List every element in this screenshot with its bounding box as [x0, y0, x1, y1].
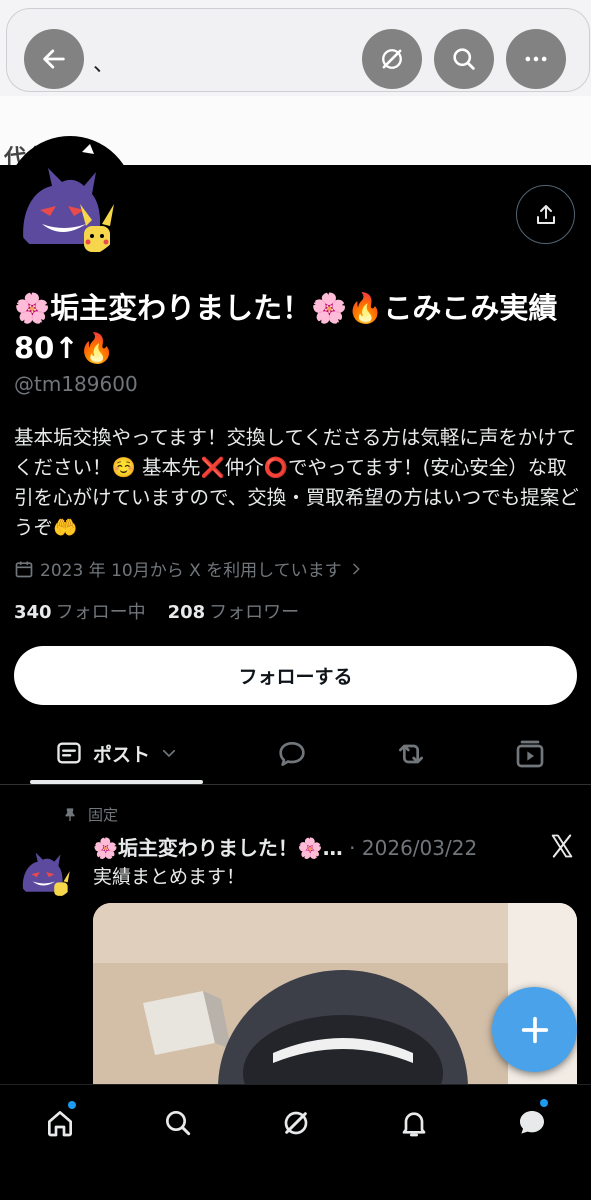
post-author-name: 🌸垢主変わりました！🌸…: [93, 836, 343, 860]
tabs-divider: [0, 784, 591, 785]
join-date: 2023 年 10月から X を利用しています: [40, 561, 342, 581]
chevron-down-icon: [162, 749, 176, 758]
plus-icon: [521, 1016, 548, 1043]
post-text: 実績まとめます！: [93, 866, 246, 888]
nav-home[interactable]: [40, 1103, 80, 1143]
display-name: 🌸垢主変わりました！🌸🔥こみこみ実績80↑🔥: [14, 291, 558, 365]
grok-button[interactable]: [362, 29, 422, 89]
avatar-image: [10, 140, 130, 260]
media-icon: [516, 740, 544, 768]
pin-icon: [65, 807, 75, 821]
share-button[interactable]: [516, 185, 575, 244]
reply-icon: [279, 742, 305, 766]
tab-replies[interactable]: [272, 734, 312, 774]
nav-notifications[interactable]: [394, 1103, 434, 1143]
grok-icon: [382, 49, 402, 69]
nav-search[interactable]: [158, 1103, 198, 1143]
nav-grok[interactable]: [276, 1103, 316, 1143]
nav-messages[interactable]: [512, 1103, 552, 1143]
search-button[interactable]: [434, 29, 494, 89]
home-icon: [48, 1111, 72, 1137]
profile-tabs: ポスト: [0, 722, 591, 784]
following-label: フォロー中: [55, 602, 146, 623]
user-handle: @tm189600: [14, 372, 138, 396]
share-icon: [536, 204, 555, 224]
join-date-row[interactable]: 2023 年 10月から X を利用しています: [14, 556, 364, 581]
calendar-icon: [15, 561, 33, 577]
banner-text: 、: [93, 52, 116, 77]
back-button[interactable]: [24, 29, 84, 89]
tab-posts-label: ポスト: [92, 743, 150, 766]
grok-icon: [284, 1111, 308, 1135]
profile-bio: 基本垢交換やってます！交換してくださる方は気軽に声をかけてください！☺️ 基本先…: [14, 426, 579, 539]
followers-label: フォロワー: [209, 602, 300, 623]
tab-media[interactable]: [510, 734, 550, 774]
post-separator: ·: [349, 836, 356, 860]
posts-icon: [57, 742, 81, 764]
repost-icon: [399, 744, 423, 764]
arrow-left-icon: [43, 49, 65, 69]
followers-count: 208: [167, 602, 206, 623]
messages-notification-dot: [540, 1099, 548, 1107]
bell-icon: [402, 1112, 426, 1137]
post-header[interactable]: 🌸垢主変わりました！🌸… · 2026/03/22: [93, 832, 533, 861]
tab-reposts[interactable]: [391, 734, 431, 774]
compose-button[interactable]: [492, 987, 577, 1072]
following-link[interactable]: 340 フォロー中: [14, 598, 146, 624]
more-button[interactable]: [506, 29, 566, 89]
chevron-right-icon: [352, 563, 360, 574]
search-icon: [166, 1111, 191, 1136]
profile-avatar[interactable]: [6, 136, 134, 264]
chat-bubble-icon: [520, 1111, 544, 1134]
x-logo-icon: [551, 834, 573, 858]
followers-link[interactable]: 208 フォロワー: [168, 598, 300, 624]
post-avatar-image: [16, 838, 78, 900]
post-date: 2026/03/22: [361, 836, 478, 860]
follow-button[interactable]: フォローする: [14, 646, 577, 705]
bottom-nav: [0, 1084, 591, 1200]
more-icon: [525, 56, 547, 62]
search-icon: [453, 48, 475, 70]
post-author-avatar[interactable]: [16, 838, 78, 900]
pinned-indicator: 固定: [62, 804, 118, 825]
pinned-label: 固定: [88, 806, 119, 824]
tab-posts[interactable]: ポスト: [30, 722, 203, 784]
home-notification-dot: [68, 1101, 76, 1109]
follow-stats: 340 フォロー中 208 フォロワー: [14, 598, 299, 624]
following-count: 340: [14, 602, 52, 623]
